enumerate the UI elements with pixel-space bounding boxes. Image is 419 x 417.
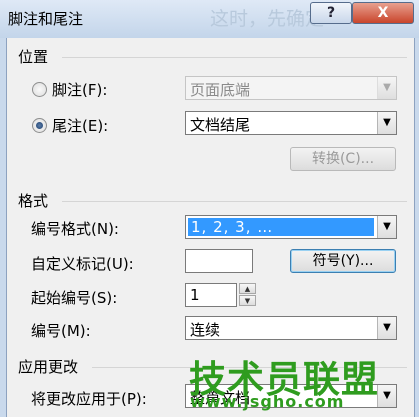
footnote-radio[interactable]: [32, 82, 47, 97]
start-at-label: 起始编号(S):: [31, 289, 118, 307]
chevron-down-icon: ▼: [377, 216, 396, 238]
endnote-radio[interactable]: [32, 118, 47, 133]
symbol-button[interactable]: 符号(Y)...: [290, 249, 396, 273]
location-group-label: 位置: [18, 48, 49, 66]
numbering-select[interactable]: 连续 ▼: [185, 316, 397, 340]
location-separator: [62, 57, 407, 58]
window-title: 脚注和尾注: [8, 10, 84, 28]
numbering-value: 连续: [190, 321, 221, 339]
endnote-position-value: 文档结尾: [190, 116, 251, 134]
custom-mark-input[interactable]: [185, 249, 253, 273]
background-ghost-text: 这时，先确定: [210, 8, 325, 30]
convert-button[interactable]: 转换(C)...: [290, 147, 396, 171]
title-bar: 脚注和尾注 这时，先确定 ? X: [0, 0, 419, 38]
footnote-label: 脚注(F):: [52, 81, 108, 99]
footnote-position-value: 页面底端: [190, 81, 251, 99]
number-format-label: 编号格式(N):: [31, 220, 119, 238]
format-separator: [62, 201, 407, 202]
start-at-value: 1: [190, 286, 200, 304]
chevron-down-icon: ▼: [377, 112, 396, 134]
chevron-down-icon: ▼: [377, 77, 396, 99]
numbering-label: 编号(M):: [31, 322, 91, 340]
endnote-position-select[interactable]: 文档结尾 ▼: [185, 111, 397, 135]
start-at-input[interactable]: 1: [185, 283, 237, 307]
chevron-down-icon: ▼: [377, 385, 396, 407]
spin-up-icon[interactable]: ▲: [239, 283, 256, 294]
help-button[interactable]: ?: [310, 2, 352, 24]
format-group-label: 格式: [18, 192, 49, 210]
number-format-value: 1, 2, 3, …: [188, 218, 374, 236]
custom-mark-label: 自定义标记(U):: [31, 255, 134, 273]
chevron-down-icon: ▼: [377, 317, 396, 339]
apply-group-label: 应用更改: [18, 358, 79, 376]
close-button[interactable]: X: [352, 2, 414, 24]
spin-down-icon[interactable]: ▼: [239, 295, 256, 306]
apply-to-label: 将更改应用于(P):: [31, 390, 147, 408]
number-format-select[interactable]: 1, 2, 3, … ▼: [185, 215, 397, 239]
endnote-label: 尾注(E):: [52, 117, 109, 135]
watermark-url: www.jsgho.com: [190, 392, 345, 411]
footnote-position-select[interactable]: 页面底端 ▼: [185, 76, 397, 100]
